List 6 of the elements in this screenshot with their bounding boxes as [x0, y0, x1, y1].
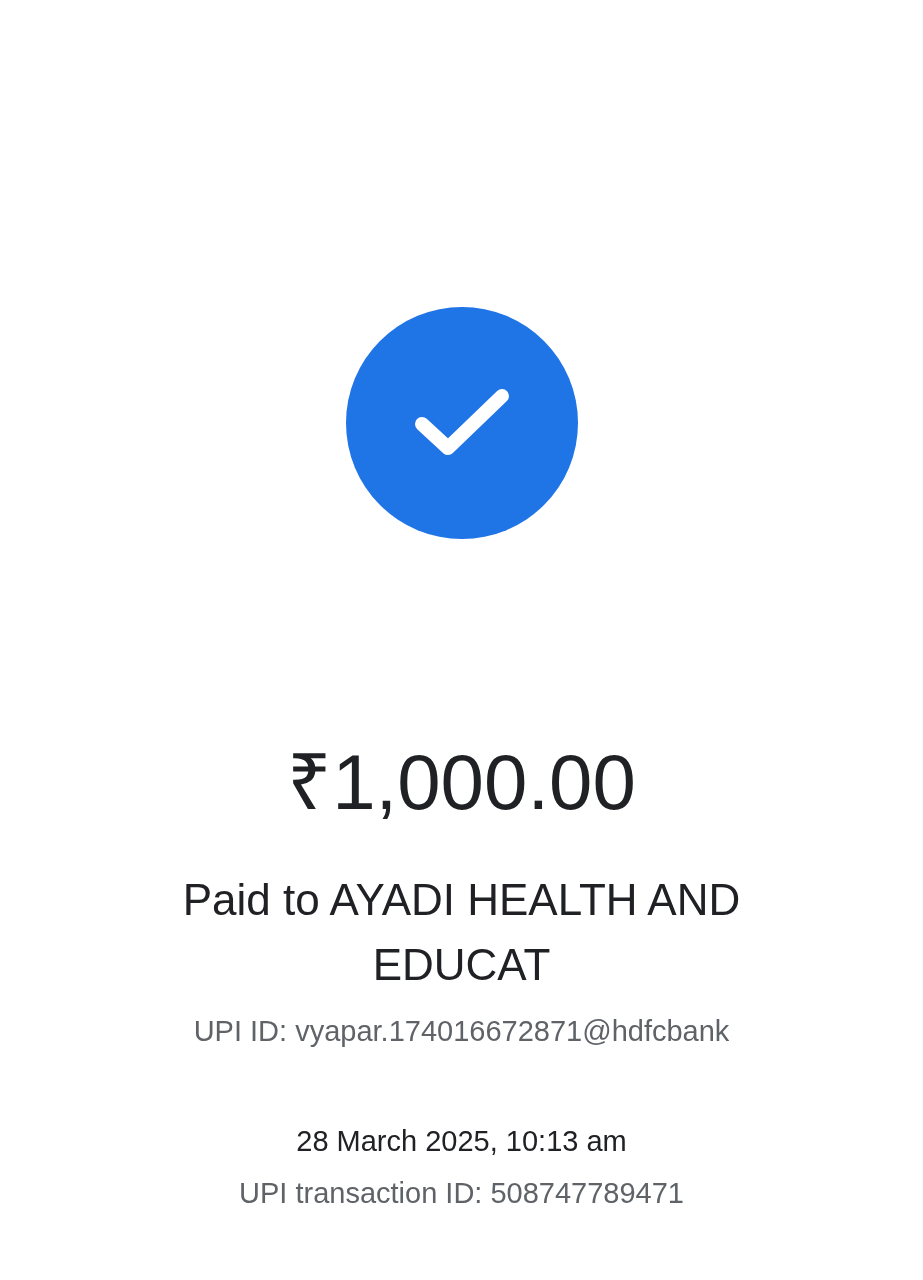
upi-id: UPI ID: vyapar.174016672871@hdfcbank — [193, 1014, 730, 1049]
transaction-id: UPI transaction ID: 508747789471 — [239, 1176, 684, 1211]
checkmark-icon — [413, 388, 510, 458]
payee-name: Paid to AYADI HEALTH AND EDUCAT — [181, 874, 742, 991]
amount: ₹1,000.00 — [287, 737, 636, 827]
transaction-date: 28 March 2025, 10:13 am — [296, 1124, 627, 1159]
